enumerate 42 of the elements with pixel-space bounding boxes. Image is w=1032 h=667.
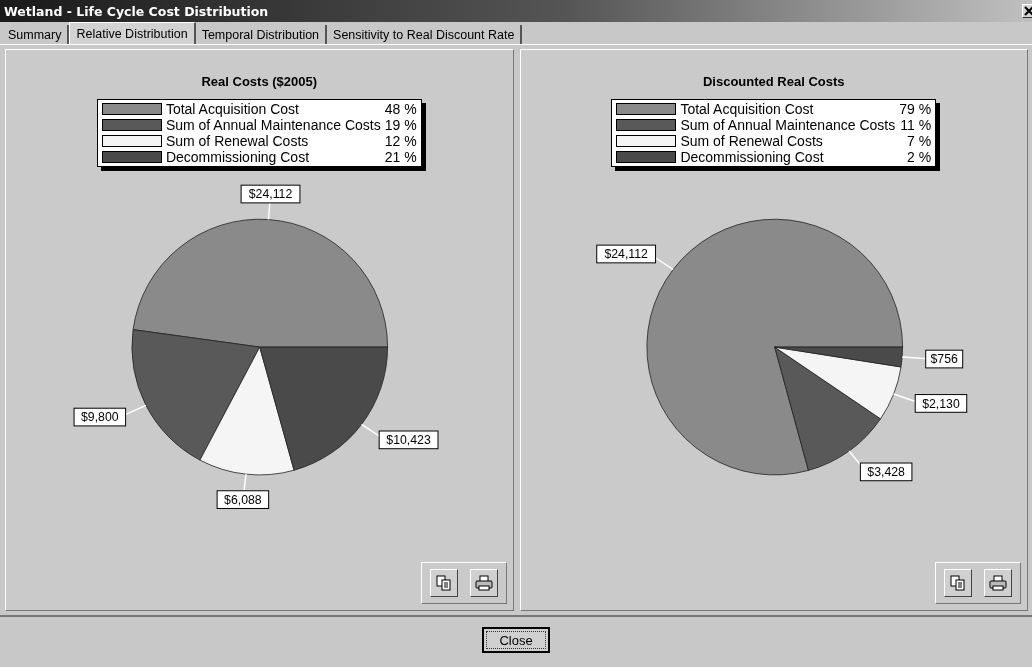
legend-label: Sum of Annual Maintenance Costs: [165, 117, 381, 133]
legend-label: Total Acquisition Cost: [680, 101, 815, 117]
print-icon[interactable]: [984, 569, 1012, 597]
legend-percent: 7 %: [906, 133, 932, 149]
window-title: Wetland - Life Cycle Cost Distribution: [4, 3, 269, 19]
value-label: $3,428: [859, 462, 912, 482]
data-label: $24,112: [603, 247, 648, 262]
legend-label: Decommissioning Cost: [680, 149, 825, 165]
legend-label: Sum of Annual Maintenance Costs: [680, 117, 896, 133]
data-label: $9,800: [81, 410, 119, 425]
data-label: $756: [930, 352, 958, 367]
close-icon[interactable]: [1022, 4, 1032, 18]
value-label: $6,088: [216, 490, 270, 509]
chart-title: Real Costs ($2005): [201, 74, 318, 89]
value-label: $24,112: [595, 244, 656, 264]
legend-label: Sum of Renewal Costs: [165, 133, 310, 149]
legend-label: Decommissioning Cost: [165, 149, 311, 165]
data-label: $3,428: [866, 465, 905, 480]
legend-percent: 2 %: [906, 149, 932, 165]
value-label: $10,423: [378, 430, 439, 450]
data-label: $2,130: [921, 396, 960, 411]
legend-percent: 21 %: [384, 149, 417, 165]
value-label: $2,130: [914, 394, 967, 413]
value-label: $9,800: [73, 407, 127, 427]
close-button[interactable]: Close: [482, 627, 550, 653]
legend-percent: 11 %: [899, 117, 932, 133]
data-label: $24,112: [248, 187, 293, 202]
legend-percent: 48 %: [384, 101, 417, 117]
copy-icon[interactable]: [944, 569, 972, 597]
legend-label: Sum of Renewal Costs: [680, 133, 824, 149]
tab[interactable]: Relative Distribution: [69, 22, 196, 44]
legend-percent: 12 %: [384, 133, 417, 149]
legend-percent: 19 %: [384, 117, 417, 133]
legend-percent: 79 %: [899, 101, 932, 117]
legend-label: Total Acquisition Cost: [165, 101, 300, 117]
value-label: $756: [924, 349, 963, 369]
chart-title: Discounted Real Costs: [702, 74, 845, 89]
data-label: $10,423: [386, 433, 431, 448]
value-label: $24,112: [240, 184, 301, 204]
data-label: $6,088: [224, 493, 262, 508]
copy-icon[interactable]: [429, 569, 458, 597]
print-icon[interactable]: [469, 569, 498, 597]
